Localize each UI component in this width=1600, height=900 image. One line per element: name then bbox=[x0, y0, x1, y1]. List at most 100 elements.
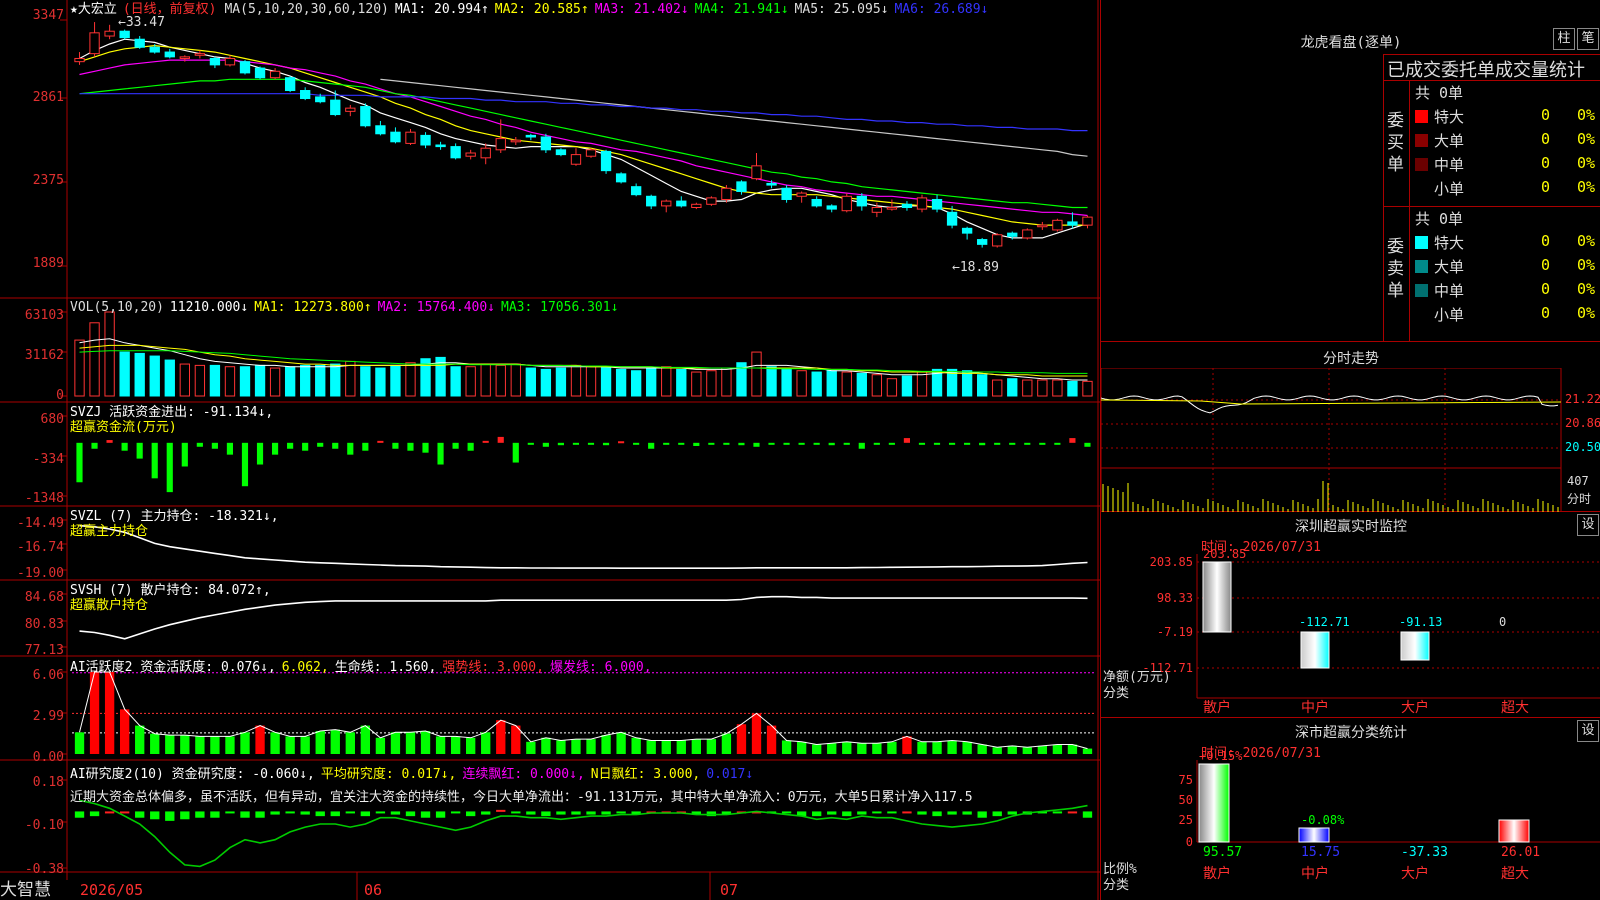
fund-flow-bar bbox=[302, 442, 309, 451]
activity-bar bbox=[842, 741, 852, 754]
candle-body bbox=[435, 144, 446, 148]
candle-body bbox=[961, 227, 973, 234]
candle-body bbox=[796, 192, 807, 197]
monitor-value: 0 bbox=[1499, 615, 1506, 629]
candle-body bbox=[74, 57, 85, 63]
candle-body bbox=[269, 70, 281, 79]
order-size-label: 大单 bbox=[1434, 258, 1465, 276]
candle-body bbox=[706, 197, 717, 205]
candle-body bbox=[480, 147, 491, 159]
activity-bar bbox=[887, 741, 897, 754]
activity-bar bbox=[586, 739, 596, 754]
volume-bar bbox=[796, 370, 807, 397]
research-bar bbox=[827, 811, 837, 815]
svzj-tick: -1348 bbox=[24, 491, 64, 506]
analysis-note: 近期大资金总体偏多，虽不活跃，但有异动，宜关注大资金的持续性，今日大单净流出：-… bbox=[70, 790, 973, 805]
fund-flow-bar bbox=[873, 442, 880, 445]
volume-bar bbox=[781, 368, 792, 397]
candle-body bbox=[826, 205, 837, 210]
kline-chart[interactable] bbox=[0, 0, 1100, 900]
classify-tick: 25 bbox=[1179, 813, 1193, 827]
low-mark: ←18.89 bbox=[952, 260, 999, 275]
candle-body bbox=[495, 138, 506, 151]
order-row-0: 特大 bbox=[1415, 232, 1464, 253]
intraday-tick: 分时 bbox=[1567, 492, 1592, 506]
monitor-bar bbox=[1202, 561, 1232, 633]
volume-bar bbox=[224, 366, 236, 397]
candle-body bbox=[239, 61, 251, 74]
stock-name: ★大宏立 bbox=[70, 2, 117, 17]
fund-flow-bar bbox=[121, 442, 128, 451]
fund-flow-bar bbox=[933, 442, 941, 445]
fund-flow-bar bbox=[106, 440, 113, 443]
date-tick: 07 bbox=[720, 881, 739, 899]
order-row-3: 小单 bbox=[1415, 178, 1464, 199]
activity-bar bbox=[736, 724, 747, 754]
ma-line-ma4 bbox=[79, 78, 1088, 209]
fund-flow-bar bbox=[858, 442, 865, 449]
sell-side-label: 委卖单 bbox=[1387, 237, 1404, 301]
research-bar bbox=[586, 811, 596, 815]
ai1-header: AI活跃度2 资金活跃度: 0.076↓, 6.062, 生命线: 1.560, 强势… bbox=[70, 660, 652, 675]
fund-flow-bar bbox=[347, 442, 354, 455]
fund-flow-bar bbox=[1039, 442, 1046, 445]
classify-chart: 75 50 25 0 +0.15% -0.08% 95.57 15.75 -37.33 26.01… bbox=[1179, 749, 1600, 882]
volume-bar bbox=[1082, 380, 1093, 397]
research-bar bbox=[466, 811, 476, 817]
research-bar bbox=[781, 811, 792, 814]
activity-bar bbox=[1052, 744, 1063, 754]
fund-flow-bar bbox=[512, 442, 519, 463]
classify-value: -37.33 bbox=[1401, 845, 1448, 860]
classify-category-label: 超大 bbox=[1501, 866, 1529, 882]
research-bar bbox=[74, 811, 85, 818]
candle-body bbox=[992, 234, 1003, 247]
fund-flow-bar bbox=[317, 442, 324, 447]
candle-body bbox=[766, 182, 777, 186]
classify-bar bbox=[1198, 763, 1230, 843]
volume-bar bbox=[119, 351, 130, 397]
volume-bar bbox=[826, 370, 837, 397]
monitor-value: -112.71 bbox=[1299, 615, 1350, 629]
candle-body bbox=[1052, 219, 1063, 231]
activity-bar bbox=[225, 736, 235, 754]
intraday-panel[interactable]: 分时走势 21.22 20.86 20.50 407 分时 bbox=[1101, 344, 1600, 512]
fund-flow-bar bbox=[151, 442, 158, 479]
activity-bar bbox=[210, 736, 220, 754]
fund-flow-bar bbox=[1054, 442, 1061, 445]
research-bar bbox=[571, 811, 581, 815]
candle-body bbox=[585, 149, 597, 157]
activity-bar bbox=[526, 741, 536, 754]
volume-bar bbox=[751, 351, 762, 397]
fund-flow-bar bbox=[557, 442, 564, 446]
volume-bar bbox=[1052, 379, 1063, 397]
activity-bar bbox=[450, 736, 461, 754]
candle-body bbox=[405, 131, 416, 144]
order-volume: 0 bbox=[1541, 178, 1551, 196]
fund-flow-bar bbox=[723, 442, 730, 445]
research-bar bbox=[180, 811, 190, 820]
research-bar bbox=[842, 811, 852, 817]
kline-area[interactable]: ★大宏立 (日线，前复权) MA(5,10,20,30,60,120) MA1: 20… bbox=[0, 0, 1100, 900]
volume-bar bbox=[901, 375, 913, 397]
volume-bar bbox=[495, 364, 506, 397]
ai1-tick: 0.00 bbox=[32, 750, 64, 765]
order-volume: 0 bbox=[1541, 232, 1551, 250]
activity-bar bbox=[721, 733, 732, 754]
activity-bar bbox=[631, 737, 641, 754]
research-bar bbox=[390, 811, 401, 815]
fund-flow-bar bbox=[587, 442, 595, 445]
tick-mode-button[interactable]: 笔 bbox=[1577, 28, 1599, 50]
monitor-panel: 深圳超赢实时监控 设 时间: 2026/07/31 203.85 98.33 -7.… bbox=[1101, 514, 1600, 718]
research-bar bbox=[1082, 811, 1093, 818]
activity-bar bbox=[165, 735, 175, 754]
activity-bar bbox=[375, 737, 386, 754]
fund-flow-bar bbox=[708, 442, 715, 445]
ai2-header: AI研究度2(10) 资金研究度: -0.060↓, 平均研究度: 0.017↓,… bbox=[70, 767, 754, 782]
color-swatch bbox=[1415, 284, 1428, 297]
volume-bar bbox=[239, 366, 251, 397]
candle-body bbox=[134, 38, 145, 48]
bar-mode-button[interactable]: 柱 bbox=[1553, 28, 1575, 50]
intraday-chart[interactable] bbox=[1101, 368, 1600, 512]
research-bar bbox=[330, 811, 340, 817]
svzl-sub: 超赢主力持仓 bbox=[70, 524, 149, 539]
